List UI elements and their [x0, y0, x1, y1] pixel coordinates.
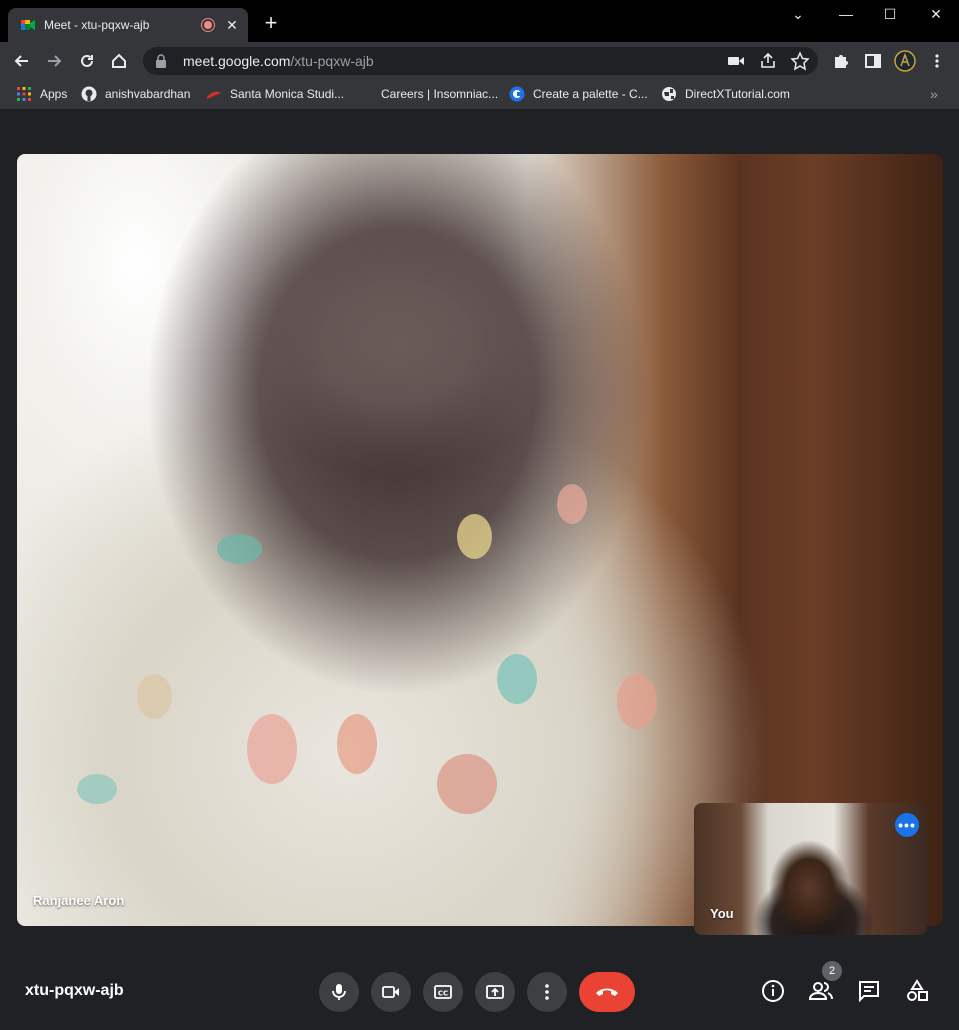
profile-avatar-icon: [894, 50, 916, 72]
browser-toolbar: meet.google.com/xtu-pqxw-ajb: [0, 42, 959, 80]
blanket-spot: [77, 774, 117, 804]
profile-avatar[interactable]: [893, 49, 917, 73]
blanket-spot: [437, 754, 497, 814]
maximize-button[interactable]: ☐: [878, 6, 902, 23]
url-host: meet.google.com: [183, 53, 291, 69]
activities-button[interactable]: [903, 977, 931, 1005]
meet-control-bar: xtu-pqxw-ajb CC 2: [0, 961, 959, 1021]
forward-arrow-icon: [48, 55, 62, 67]
side-panel-icon: [865, 54, 881, 68]
people-button[interactable]: [807, 977, 835, 1005]
browser-tab[interactable]: Meet - xtu-pqxw-ajb ✕: [8, 8, 248, 42]
self-view-label: You: [710, 906, 734, 921]
captions-button[interactable]: CC: [423, 972, 463, 1012]
video-camera-icon: [382, 986, 399, 998]
blanket-spot: [457, 514, 492, 559]
blanket-spot: [247, 714, 297, 784]
santa-monica-icon: [207, 91, 221, 99]
self-view-more-button[interactable]: •••: [895, 813, 919, 837]
apps-grid-icon: [17, 87, 31, 101]
hang-up-phone-icon: [596, 988, 618, 996]
reload-button[interactable]: [75, 49, 99, 73]
bookmark-directx[interactable]: DirectXTutorial.com: [661, 86, 790, 102]
share-icon[interactable]: [758, 51, 778, 71]
bookmark-label: Create a palette - C...: [533, 87, 648, 101]
home-icon: [112, 53, 126, 68]
github-icon: [81, 86, 97, 102]
side-panel-button[interactable]: [861, 49, 885, 73]
present-screen-icon: [486, 985, 504, 999]
blanket-spot: [497, 654, 537, 704]
bookmark-label: DirectXTutorial.com: [685, 87, 790, 101]
new-tab-button[interactable]: +: [260, 12, 282, 34]
blanket-spot: [337, 714, 377, 774]
globe-icon: [662, 87, 676, 101]
camera-button[interactable]: [371, 972, 411, 1012]
camera-in-use-icon[interactable]: [726, 51, 746, 71]
present-screen-button[interactable]: [475, 972, 515, 1012]
blanket-spot: [137, 674, 172, 719]
insomniac-icon: [361, 88, 367, 100]
bookmark-santa-monica[interactable]: Santa Monica Studi...: [206, 86, 344, 102]
chat-icon: [859, 981, 879, 1003]
info-icon: [762, 980, 784, 1002]
microphone-icon: [332, 984, 346, 1000]
main-participant-name: Ranjanee Aron: [33, 893, 125, 908]
bookmark-insomniac[interactable]: Careers | Insomniac...: [357, 86, 498, 102]
self-view-tile[interactable]: You •••: [694, 803, 927, 935]
kebab-menu-icon: [545, 984, 549, 1000]
url-path: /xtu-pqxw-ajb: [290, 53, 374, 69]
svg-text:CC: CC: [438, 990, 448, 998]
leave-call-button[interactable]: [579, 972, 635, 1012]
tab-title: Meet - xtu-pqxw-ajb: [44, 18, 150, 32]
tab-search-icon[interactable]: ⌄: [786, 6, 810, 23]
chat-button[interactable]: [855, 977, 883, 1005]
blanket-spot: [617, 674, 657, 729]
activities-shapes-icon: [907, 979, 928, 1001]
recording-indicator-icon: [202, 19, 214, 31]
back-arrow-icon: [14, 55, 28, 67]
google-meet-icon: [21, 20, 35, 30]
bookmark-github[interactable]: anishvabardhan: [81, 86, 190, 102]
people-icon: [808, 982, 833, 1000]
close-window-button[interactable]: ✕: [924, 6, 948, 23]
bookmark-star-icon[interactable]: [790, 51, 810, 71]
lock-icon: [156, 54, 166, 68]
participant-count-badge: 2: [822, 961, 842, 981]
minimize-button[interactable]: —: [834, 6, 858, 22]
kebab-menu-icon: [935, 54, 939, 68]
reload-icon: [81, 54, 93, 67]
bookmark-label: Careers | Insomniac...: [381, 87, 499, 101]
puzzle-piece-icon: [835, 55, 848, 68]
bookmark-coolors[interactable]: Create a palette - C...: [509, 86, 648, 102]
bookmarks-overflow-button[interactable]: »: [930, 86, 938, 102]
more-options-button[interactable]: [527, 972, 567, 1012]
bookmarks-bar: Apps anishvabardhan Santa Monica Studi..…: [0, 80, 959, 110]
meet-call-area: Ranjanee Aron You ••• xtu-pqxw-ajb CC 2: [0, 111, 959, 1030]
extensions-button[interactable]: [829, 49, 853, 73]
browser-menu-button[interactable]: [925, 49, 949, 73]
meeting-details-button[interactable]: [759, 977, 787, 1005]
back-button[interactable]: [10, 49, 34, 73]
blanket-spot: [557, 484, 587, 524]
blanket-spot: [217, 534, 262, 564]
tab-close-icon[interactable]: ✕: [224, 17, 240, 34]
bookmark-label: Santa Monica Studi...: [230, 87, 345, 101]
forward-button[interactable]: [42, 49, 66, 73]
bookmark-label: anishvabardhan: [105, 87, 191, 101]
address-bar[interactable]: meet.google.com/xtu-pqxw-ajb: [143, 47, 818, 75]
bookmark-apps[interactable]: Apps: [16, 86, 67, 102]
bookmark-label: Apps: [40, 87, 68, 101]
browser-titlebar: Meet - xtu-pqxw-ajb ✕ + ⌄ — ☐ ✕: [0, 0, 959, 42]
home-button[interactable]: [107, 49, 131, 73]
microphone-button[interactable]: [319, 972, 359, 1012]
meeting-code: xtu-pqxw-ajb: [25, 982, 124, 999]
closed-captions-icon: CC: [434, 985, 452, 999]
coolors-icon: [509, 86, 525, 102]
